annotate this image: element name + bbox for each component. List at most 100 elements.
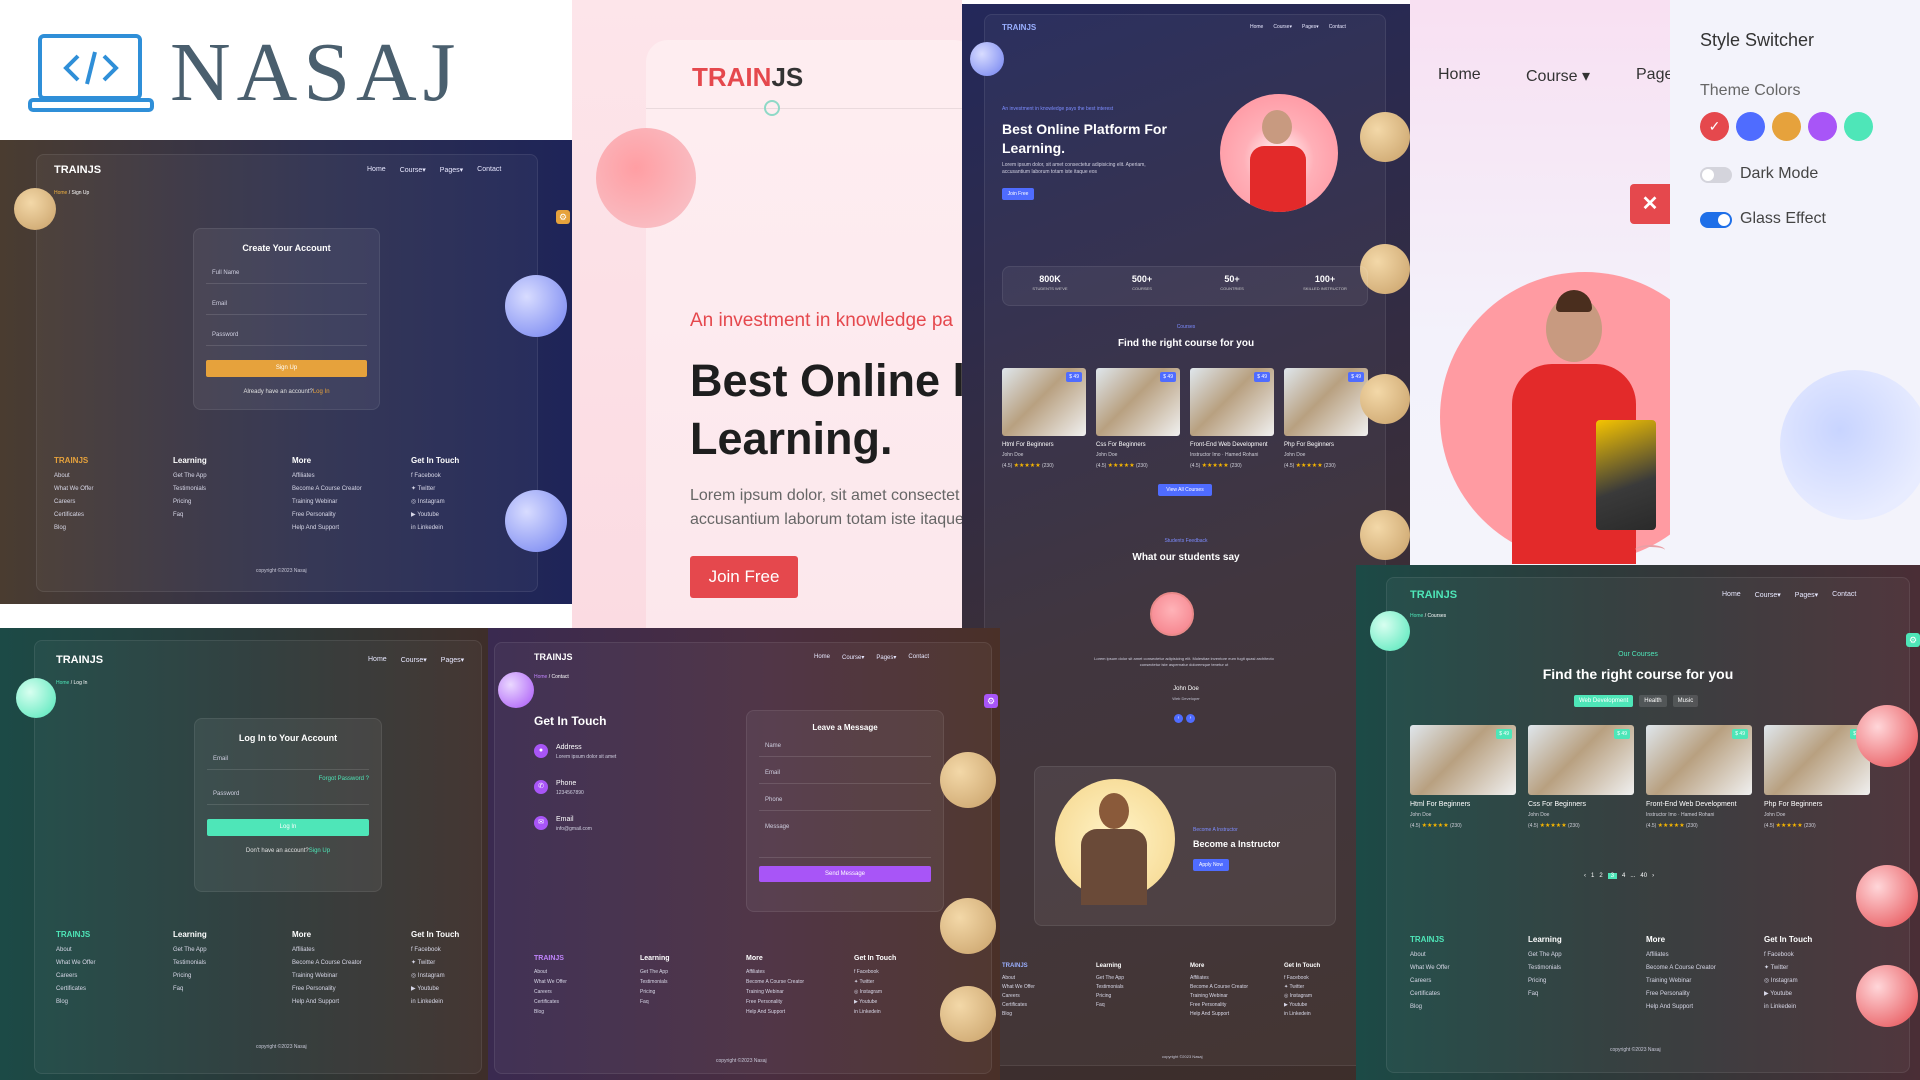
nav-home[interactable]: Home — [368, 656, 387, 664]
color-swatch-purple[interactable] — [1808, 112, 1837, 141]
login-screenshot: TRAINJS Home Course▾ Pages▾ Home / Log I… — [0, 628, 488, 1080]
nav-course[interactable]: Course▾ — [1755, 591, 1781, 599]
course-card[interactable]: $ 49 Html For Beginners John Doe (4.5) ★… — [1410, 725, 1516, 829]
nav-course[interactable]: Course▾ — [1273, 24, 1292, 30]
settings-gear-icon[interactable]: ⚙ — [1906, 633, 1920, 647]
page-prev[interactable]: ‹ — [1584, 873, 1586, 879]
name-input[interactable]: Name — [759, 736, 931, 757]
breadcrumb: Home / Courses — [1410, 613, 1447, 619]
signup-button[interactable]: Sign Up — [206, 360, 367, 377]
join-free-button[interactable]: Join Free — [690, 556, 798, 598]
nav-contact[interactable]: Contact — [908, 654, 929, 661]
apply-now-button[interactable]: Apply Now — [1193, 859, 1229, 871]
breadcrumb-home[interactable]: Home — [1410, 613, 1423, 619]
orb — [970, 42, 1004, 76]
email-input[interactable]: Email — [207, 749, 369, 770]
laptop-code-icon — [28, 34, 154, 112]
nav-pages[interactable]: Pages▾ — [876, 654, 896, 661]
signup-link[interactable]: Sign Up — [309, 848, 330, 854]
send-message-button[interactable]: Send Message — [759, 866, 931, 882]
course-image: $ 49 — [1410, 725, 1516, 795]
home-nav: Home Course▾ Pages▾ Contact — [1250, 24, 1346, 30]
nasaj-logo[interactable]: NASAJ — [28, 24, 455, 119]
copyright: copyright ©2023 Nasaj — [256, 568, 307, 574]
breadcrumb-home[interactable]: Home — [56, 680, 69, 686]
settings-gear-icon[interactable]: ⚙ — [556, 210, 570, 224]
course-card[interactable]: $ 49 Front-End Web Development Instructo… — [1190, 368, 1274, 469]
glass-effect-toggle[interactable] — [1700, 212, 1732, 228]
login-button[interactable]: Log In — [207, 819, 369, 836]
page-3[interactable]: 3 — [1607, 873, 1618, 879]
nav-pages[interactable]: Pages▾ — [1795, 591, 1818, 599]
brand[interactable]: TRAINJS — [1410, 589, 1457, 601]
forgot-password-link[interactable]: Forgot Password ? — [207, 776, 369, 782]
filter-health[interactable]: Health — [1639, 695, 1667, 707]
filter-music[interactable]: Music — [1672, 695, 1699, 707]
hero-description: Lorem ipsum dolor, sit amet consectetur … — [1002, 162, 1146, 175]
dark-mode-label: Dark Mode — [1740, 165, 1819, 182]
nav-home[interactable]: Home — [1250, 24, 1263, 30]
breadcrumb-home[interactable]: Home — [54, 190, 67, 196]
fullname-input[interactable]: Full Name — [206, 263, 367, 284]
nav-pages-light[interactable]: Page — [1636, 66, 1670, 84]
brand[interactable]: TRAINJS — [692, 62, 803, 93]
nav-contact[interactable]: Contact — [477, 166, 501, 174]
color-swatch-blue[interactable] — [1736, 112, 1765, 141]
nav-course-light[interactable]: Course ▾ — [1526, 66, 1590, 86]
email-input[interactable]: Email — [206, 294, 367, 315]
signup-card: Create Your Account Full Name Email Pass… — [193, 228, 380, 410]
course-card[interactable]: $ 49 Css For Beginners John Doe (4.5) ★★… — [1528, 725, 1634, 829]
course-card[interactable]: $ 49 Front-End Web Development Instructo… — [1646, 725, 1752, 829]
course-card[interactable]: $ 49 Php For Beginners John Doe (4.5) ★★… — [1284, 368, 1368, 469]
hero-tagline: An investment in knowledge pa — [690, 310, 953, 331]
nav-pages[interactable]: Pages▾ — [1302, 24, 1319, 30]
phone-input[interactable]: Phone — [759, 790, 931, 811]
nav-home-light[interactable]: Home — [1438, 66, 1481, 84]
page-next[interactable]: › — [1652, 873, 1654, 879]
close-switcher-button[interactable]: ✕ — [1630, 184, 1670, 224]
nav-pages[interactable]: Pages▾ — [441, 656, 464, 664]
brand[interactable]: TRAINJS — [56, 654, 103, 666]
email-input[interactable]: Email — [759, 763, 931, 784]
dark-mode-toggle[interactable] — [1700, 167, 1732, 183]
nav-home[interactable]: Home — [367, 166, 386, 174]
login-link[interactable]: Log In — [313, 389, 330, 395]
course-card[interactable]: $ 49 Html For Beginners John Doe (4.5) ★… — [1002, 368, 1086, 469]
page-4[interactable]: 4 — [1622, 873, 1625, 879]
color-swatch-red[interactable]: ✓ — [1700, 112, 1729, 141]
slider-next-button[interactable]: › — [1186, 714, 1195, 723]
nav-course[interactable]: Course▾ — [400, 166, 426, 174]
color-swatch-orange[interactable] — [1772, 112, 1801, 141]
breadcrumb-home[interactable]: Home — [534, 674, 547, 680]
logo-text: NASAJ — [170, 26, 462, 119]
brand[interactable]: TRAINJS — [1002, 23, 1036, 32]
password-input[interactable]: Password — [207, 784, 369, 805]
brand[interactable]: TRAINJS — [54, 164, 101, 176]
filter-web-development[interactable]: Web Development — [1574, 695, 1634, 707]
settings-gear-icon[interactable]: ⚙ — [984, 694, 998, 708]
instructor-title: Become a Instructor — [1193, 839, 1281, 849]
page-1[interactable]: 1 — [1591, 873, 1594, 879]
contact-nav: Home Course▾ Pages▾ Contact — [814, 654, 929, 661]
password-input[interactable]: Password — [206, 325, 367, 346]
brand[interactable]: TRAINJS — [534, 652, 573, 662]
course-card[interactable]: $ 49 Css For Beginners John Doe (4.5) ★★… — [1096, 368, 1180, 469]
nav-course[interactable]: Course▾ — [842, 654, 864, 661]
nav-contact[interactable]: Contact — [1832, 591, 1856, 599]
slider-prev-button[interactable]: ‹ — [1174, 714, 1183, 723]
courses-tag: Our Courses — [1618, 651, 1658, 658]
nav-home[interactable]: Home — [814, 654, 830, 661]
join-free-button[interactable]: Join Free — [1002, 188, 1034, 200]
color-swatch-teal[interactable] — [1844, 112, 1873, 141]
view-all-courses-button[interactable]: View All Courses — [1158, 484, 1212, 496]
nav-contact[interactable]: Contact — [1329, 24, 1346, 30]
page-40[interactable]: 40 — [1640, 873, 1647, 879]
course-card[interactable]: $ 49 Php For Beginners John Doe (4.5) ★★… — [1764, 725, 1870, 829]
nav-pages[interactable]: Pages▾ — [440, 166, 463, 174]
feedback-title: What our students say — [1132, 552, 1240, 563]
message-textarea[interactable]: Message — [759, 817, 931, 858]
nav-course[interactable]: Course▾ — [401, 656, 427, 664]
page-2[interactable]: 2 — [1599, 873, 1602, 879]
hero-description: Lorem ipsum dolor, sit amet consectet acc… — [690, 487, 962, 528]
nav-home[interactable]: Home — [1722, 591, 1741, 599]
